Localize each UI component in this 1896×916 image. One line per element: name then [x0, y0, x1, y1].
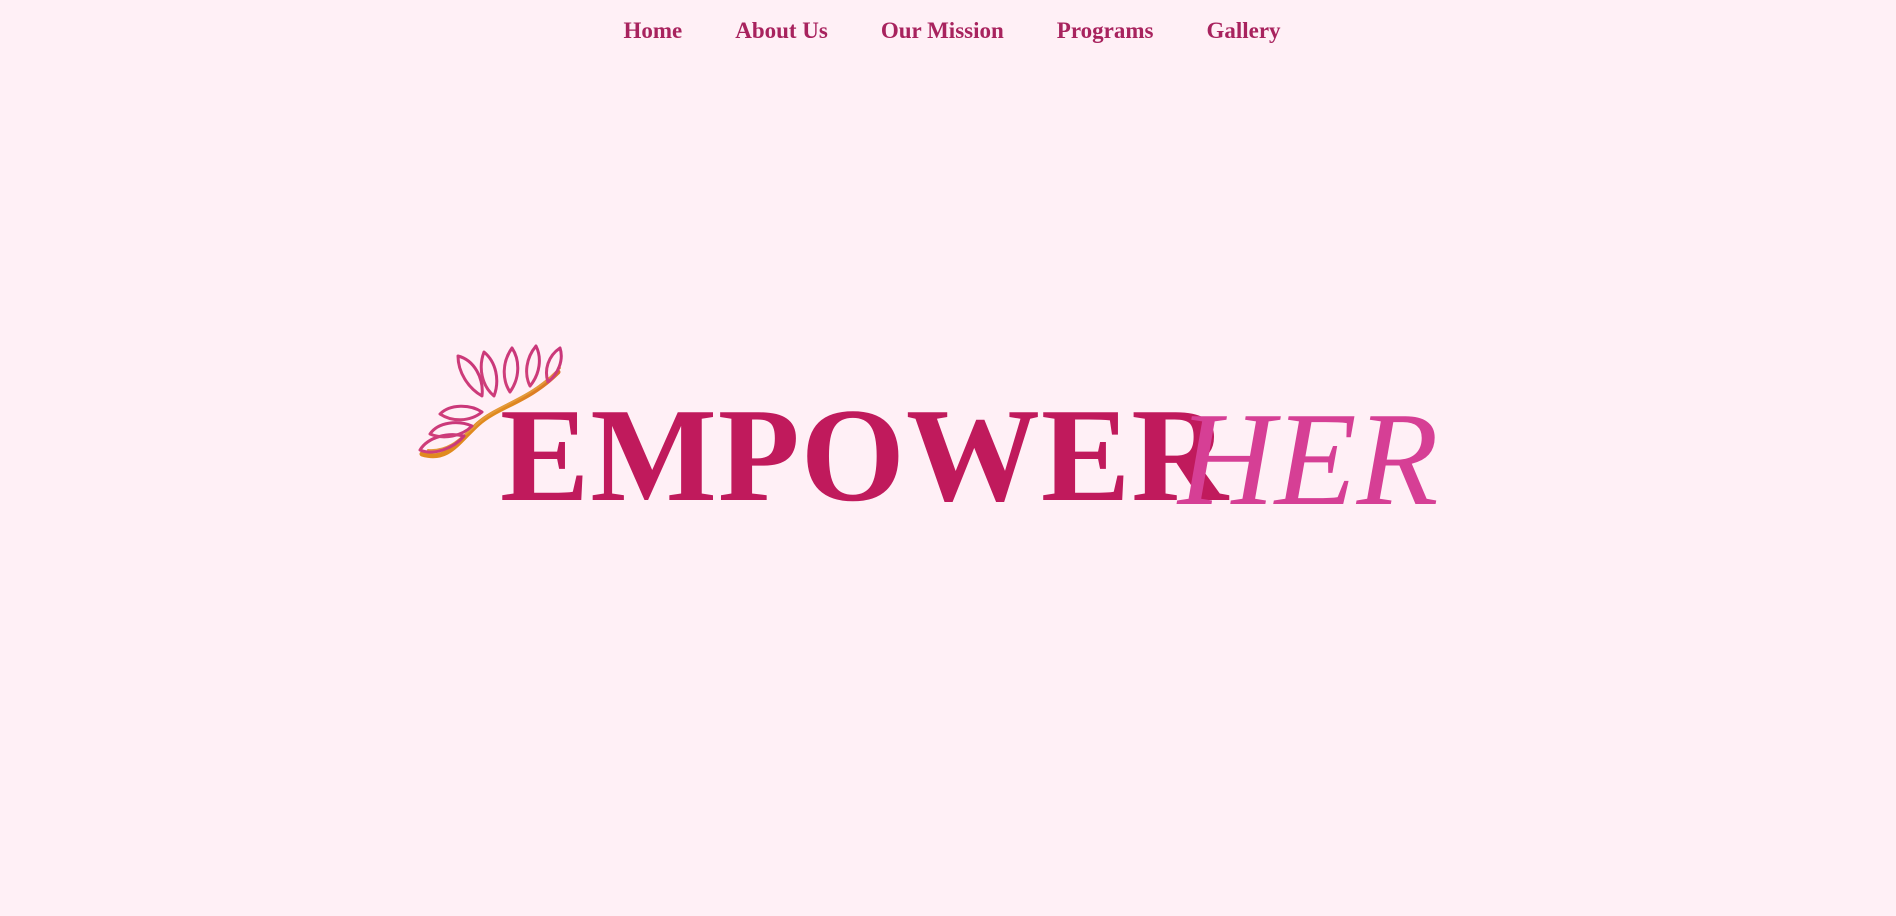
page: Home About Us Our Mission Programs Galle… [0, 0, 1896, 916]
hero-title-empower: EMPOWER [500, 381, 1230, 529]
hero-section: EMPOWER HER [0, 0, 1896, 916]
hero-title-her: HER [1178, 385, 1439, 533]
